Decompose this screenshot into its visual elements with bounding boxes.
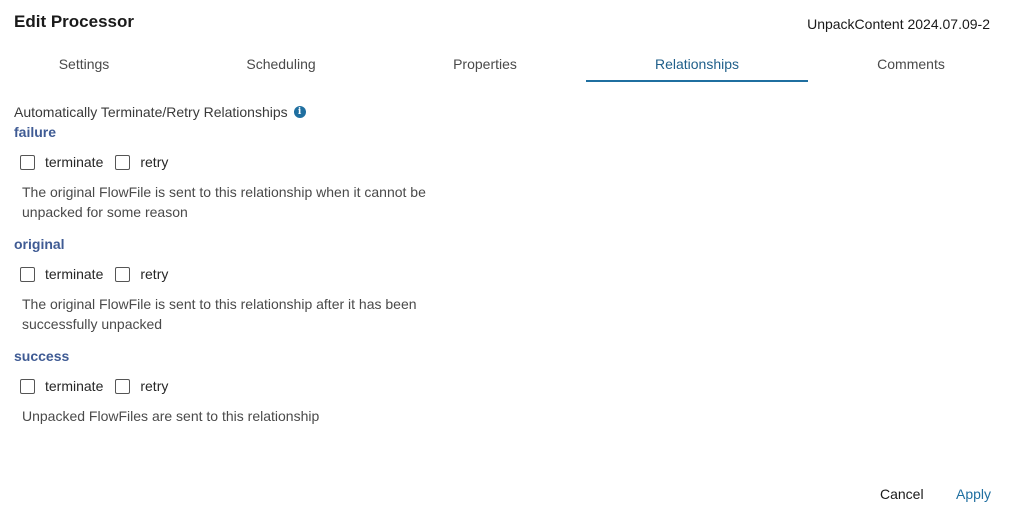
- tab-relationships[interactable]: Relationships: [586, 50, 808, 82]
- relationship-original: original terminate retry The original Fl…: [14, 234, 454, 334]
- cancel-button[interactable]: Cancel: [880, 486, 924, 502]
- terminate-checkbox[interactable]: [20, 378, 35, 394]
- tab-bar: Settings Scheduling Properties Relations…: [0, 50, 1009, 82]
- edit-processor-dialog: Edit Processor UnpackContent 2024.07.09-…: [0, 0, 1009, 516]
- terminate-option[interactable]: terminate: [20, 378, 103, 394]
- processor-version: UnpackContent 2024.07.09-2: [807, 16, 990, 32]
- terminate-label: terminate: [45, 378, 104, 394]
- dialog-title: Edit Processor: [14, 12, 134, 31]
- description-line: Unpacked FlowFiles are sent to this rela…: [22, 408, 320, 424]
- relationship-options: terminate retry: [20, 264, 454, 284]
- retry-option[interactable]: retry: [115, 266, 168, 282]
- relationship-description: The original FlowFile is sent to this re…: [22, 182, 454, 222]
- relationship-success: success terminate retry Unpacked FlowFil…: [14, 346, 454, 426]
- retry-checkbox[interactable]: [115, 266, 131, 282]
- relationship-name: failure: [14, 124, 57, 140]
- retry-label: retry: [140, 266, 169, 282]
- description-line: successfully unpacked: [22, 316, 163, 332]
- tab-scheduling[interactable]: Scheduling: [196, 50, 366, 80]
- retry-checkbox[interactable]: [115, 378, 131, 394]
- retry-option[interactable]: retry: [115, 378, 168, 394]
- description-line: unpacked for some reason: [22, 204, 188, 220]
- relationship-options: terminate retry: [20, 376, 454, 396]
- retry-option[interactable]: retry: [115, 154, 168, 170]
- terminate-label: terminate: [45, 266, 104, 282]
- description-line: The original FlowFile is sent to this re…: [22, 184, 426, 200]
- relationship-name: original: [14, 236, 65, 252]
- tab-comments[interactable]: Comments: [826, 50, 996, 80]
- relationship-description: Unpacked FlowFiles are sent to this rela…: [22, 406, 454, 426]
- relationship-options: terminate retry: [20, 152, 454, 172]
- terminate-checkbox[interactable]: [20, 154, 35, 170]
- retry-label: retry: [140, 378, 169, 394]
- tab-settings[interactable]: Settings: [0, 50, 168, 80]
- retry-checkbox[interactable]: [115, 154, 131, 170]
- description-line: The original FlowFile is sent to this re…: [22, 296, 417, 312]
- retry-label: retry: [140, 154, 169, 170]
- relationships-panel: Automatically Terminate/Retry Relationsh…: [14, 102, 454, 438]
- terminate-label: terminate: [45, 154, 104, 170]
- tab-properties[interactable]: Properties: [400, 50, 570, 80]
- relationship-description: The original FlowFile is sent to this re…: [22, 294, 454, 334]
- section-heading: Automatically Terminate/Retry Relationsh…: [14, 102, 454, 122]
- relationship-failure: failure terminate retry The original Flo…: [14, 122, 454, 222]
- relationship-name: success: [14, 348, 70, 364]
- terminate-option[interactable]: terminate: [20, 266, 103, 282]
- apply-button[interactable]: Apply: [956, 486, 991, 502]
- terminate-checkbox[interactable]: [20, 266, 35, 282]
- info-icon[interactable]: i: [293, 106, 306, 118]
- terminate-option[interactable]: terminate: [20, 154, 103, 170]
- section-heading-text: Automatically Terminate/Retry Relationsh…: [14, 104, 288, 120]
